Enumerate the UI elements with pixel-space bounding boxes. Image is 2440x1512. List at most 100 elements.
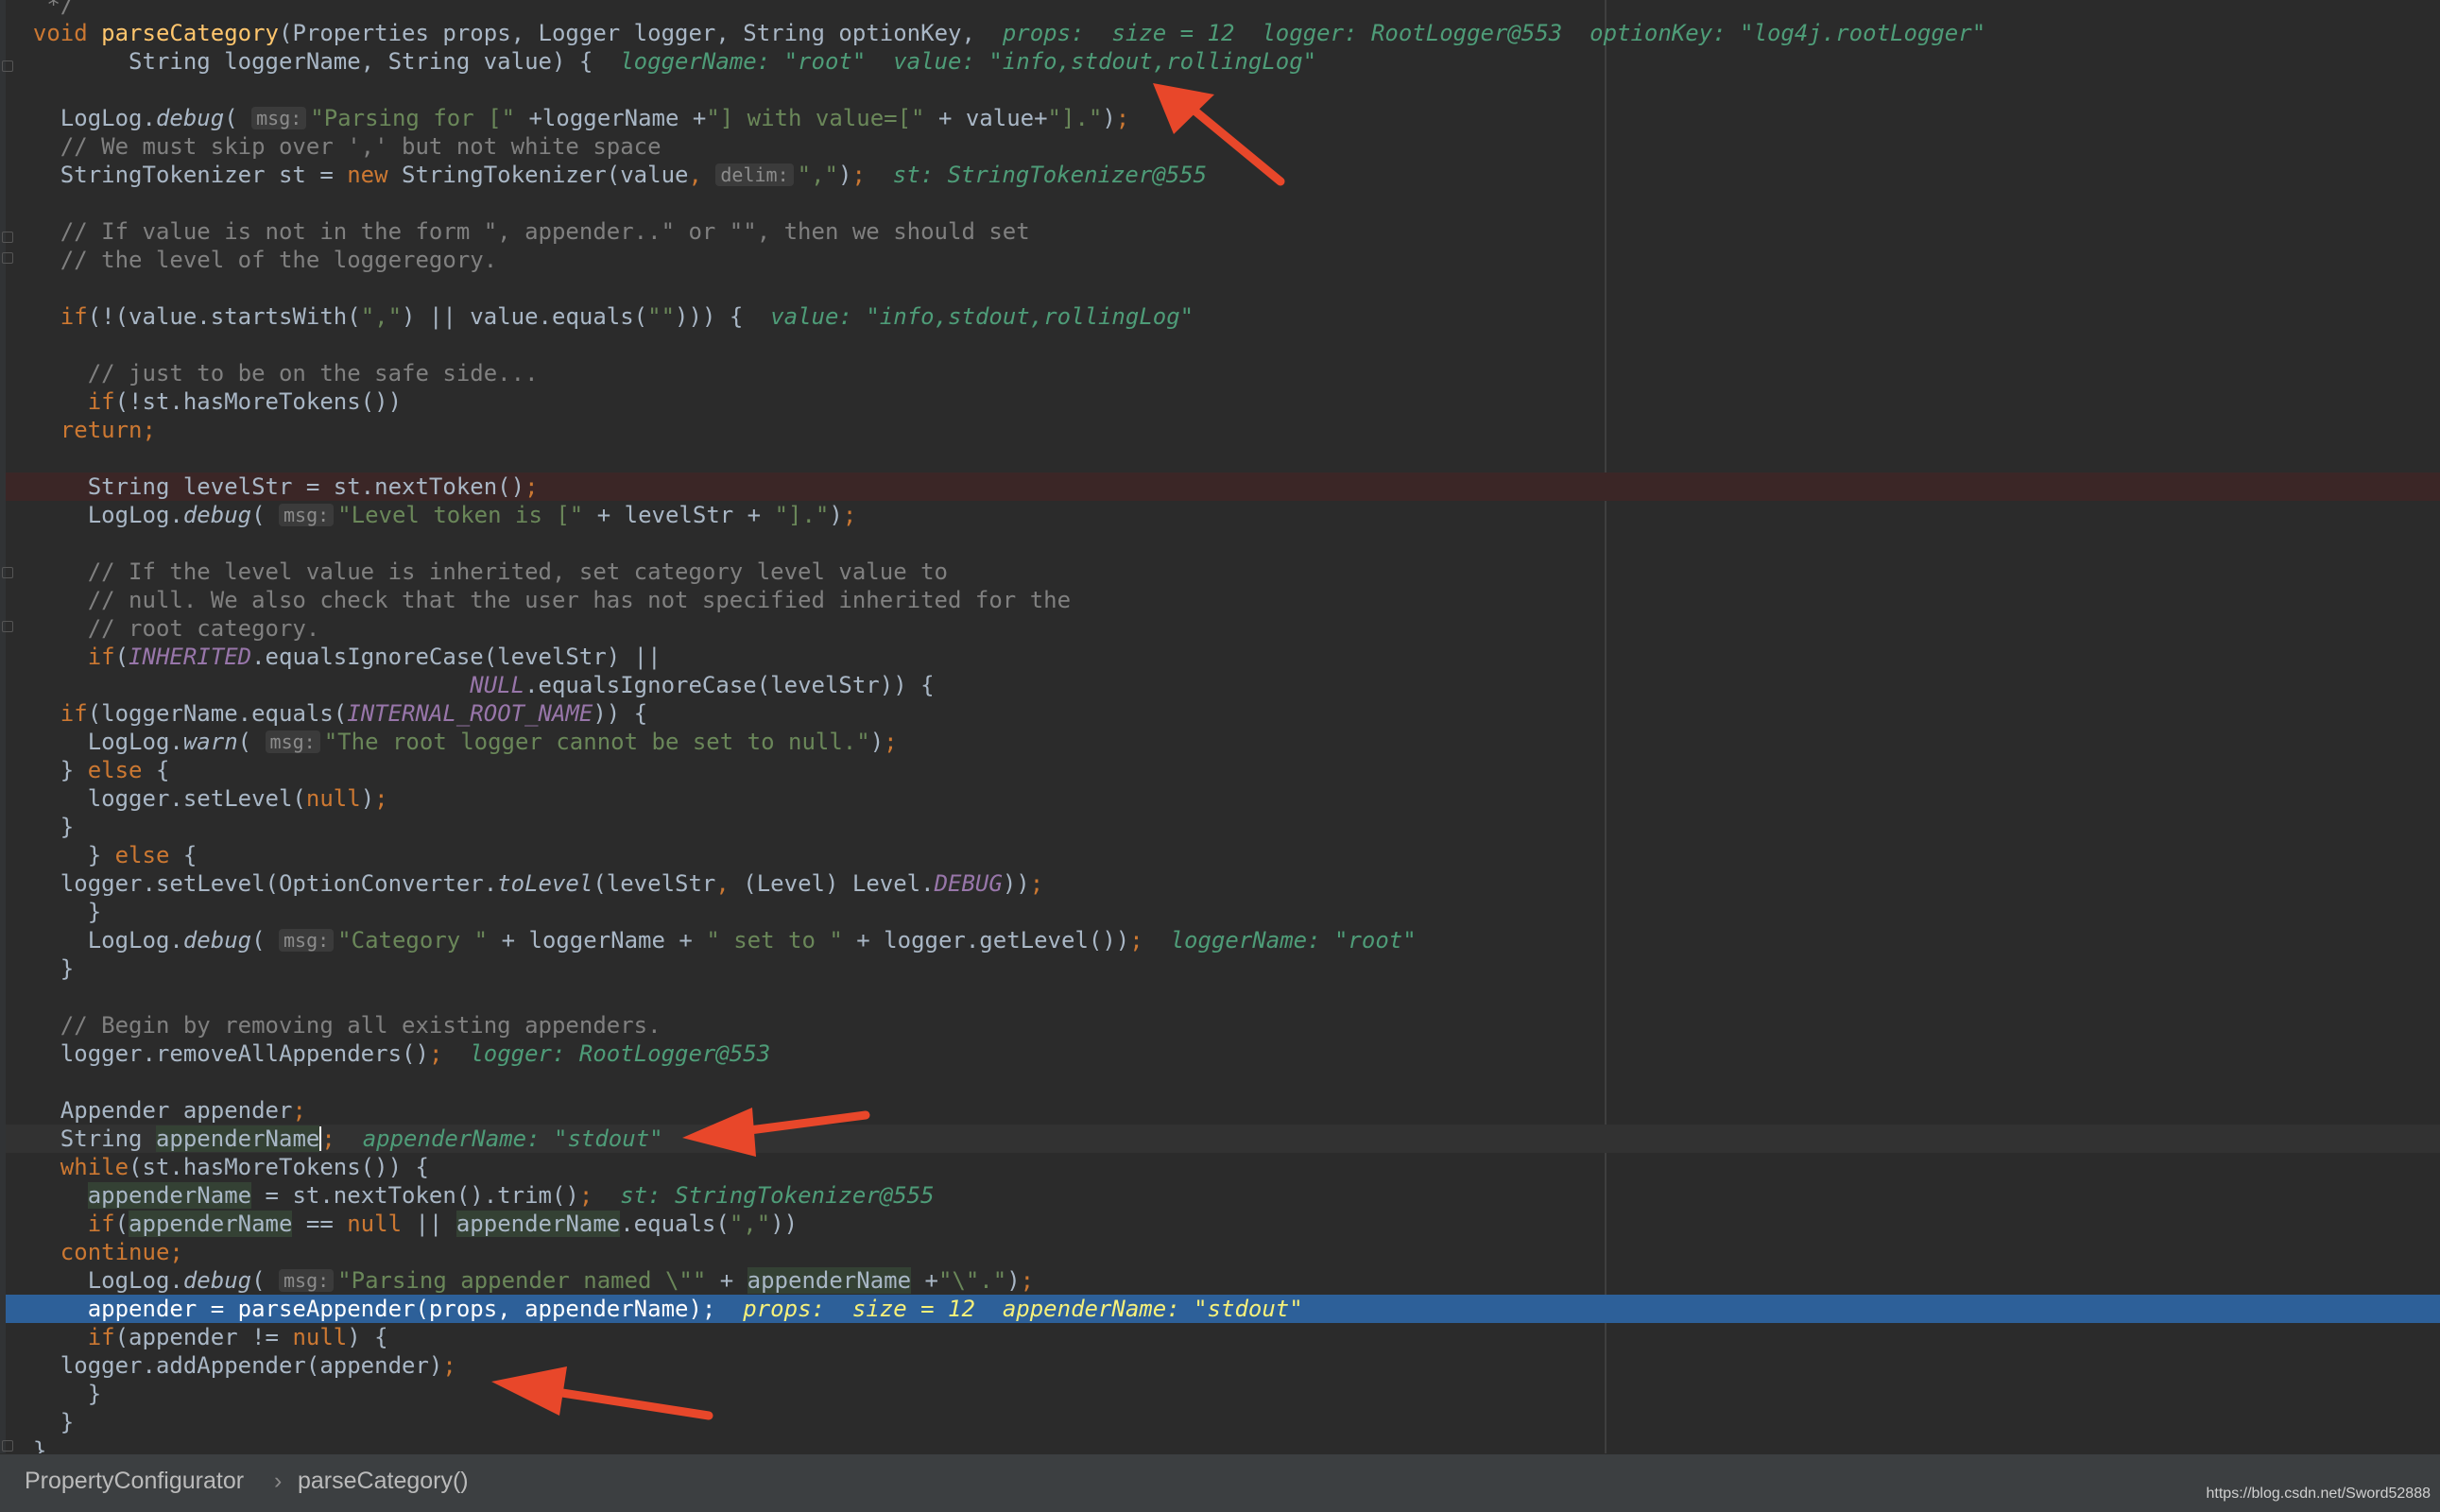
code-line[interactable]: // If the level value is inherited, set … <box>6 558 2440 586</box>
code-line[interactable]: Appender appender; <box>6 1096 2440 1125</box>
code-token: ; <box>374 785 388 812</box>
code-line[interactable]: String loggerName, String value) { logge… <box>6 47 2440 76</box>
code-token: || <box>415 1211 456 1237</box>
code-token: )) <box>1002 870 1030 897</box>
fold-icon[interactable] <box>2 252 13 264</box>
code-token: + logger.getLevel()) <box>856 927 1130 954</box>
code-token: if <box>6 644 115 670</box>
parameter-hint: msg: <box>279 504 335 526</box>
code-line[interactable]: } <box>6 898 2440 926</box>
fold-icon[interactable] <box>2 1440 13 1452</box>
code-line[interactable]: logger.setLevel(null); <box>6 784 2440 813</box>
code-token: void <box>6 20 102 46</box>
code-line[interactable]: appenderName = st.nextToken().trim(); st… <box>6 1181 2440 1210</box>
code-token: (!(value.startsWith( <box>87 303 361 330</box>
code-token: ; <box>851 162 893 188</box>
code-token: == <box>292 1211 348 1237</box>
code-token: logger.removeAllAppenders() <box>6 1040 429 1067</box>
code-line[interactable]: } <box>6 813 2440 841</box>
code-line[interactable]: // just to be on the safe side... <box>6 359 2440 387</box>
debug-inline-value: st: StringTokenizer@555 <box>620 1182 935 1209</box>
code-token: "," <box>797 162 838 188</box>
fold-icon[interactable] <box>2 232 13 243</box>
code-token: else <box>87 757 156 783</box>
code-line[interactable] <box>6 274 2440 302</box>
code-token: "\"." <box>937 1267 1007 1294</box>
breadcrumb-class[interactable]: PropertyConfigurator <box>25 1454 244 1507</box>
code-line[interactable]: while(st.hasMoreTokens()) { <box>6 1153 2440 1181</box>
code-token: { <box>182 842 198 868</box>
code-line[interactable]: // null. We also check that the user has… <box>6 586 2440 614</box>
code-token: debug <box>182 502 252 528</box>
code-line[interactable]: LogLog.debug( msg: "Parsing appender name… <box>6 1266 2440 1295</box>
fold-icon[interactable] <box>2 60 13 72</box>
code-token: { <box>155 757 170 783</box>
code-line[interactable]: return; <box>6 416 2440 444</box>
debug-inline-value: loggerName: "root" <box>1170 927 1417 954</box>
code-line[interactable] <box>6 529 2440 558</box>
code-line[interactable]: LogLog.warn( msg: "The root logger cannot… <box>6 728 2440 756</box>
code-token: LogLog. <box>6 1267 183 1294</box>
code-token: + <box>719 1267 747 1294</box>
fold-icon[interactable] <box>2 621 13 632</box>
code-line[interactable]: LogLog.debug( msg: "Level token is [" + l… <box>6 501 2440 529</box>
code-editor[interactable]: */ void parseCategory(Properties props, … <box>0 0 2440 1453</box>
code-line[interactable]: if(loggerName.equals(INTERNAL_ROOT_NAME)… <box>6 699 2440 728</box>
code-line[interactable]: if(appenderName == null || appenderName.… <box>6 1210 2440 1238</box>
debug-inline-value: loggerName: "root" value: "info,stdout,r… <box>620 48 1317 75</box>
code-line[interactable]: NULL.equalsIgnoreCase(levelStr)) { <box>6 671 2440 699</box>
code-line[interactable] <box>6 983 2440 1011</box>
code-line[interactable]: void parseCategory(Properties props, Log… <box>6 19 2440 47</box>
code-token: ; <box>1115 105 1130 131</box>
code-token: ) <box>1006 1267 1021 1294</box>
debug-inline-value: props: size = 12 logger: RootLogger@553 … <box>1002 20 1986 46</box>
code-token: +loggerName + <box>528 105 707 131</box>
code-line[interactable]: } <box>6 1408 2440 1436</box>
code-token: ) <box>360 785 375 812</box>
breadcrumb-method[interactable]: parseCategory() <box>298 1454 469 1507</box>
code-comment: // Begin by removing all existing append… <box>6 1012 662 1039</box>
code-line[interactable]: if(!st.hasMoreTokens()) <box>6 387 2440 416</box>
code-line[interactable]: // the level of the loggeregory. <box>6 246 2440 274</box>
code-line[interactable]: // root category. <box>6 614 2440 643</box>
debug-inline-value: value: "info,stdout,rollingLog" <box>770 303 1194 330</box>
code-token: .equalsIgnoreCase(levelStr) || <box>251 644 662 670</box>
fold-icon[interactable] <box>2 567 13 578</box>
code-token: if <box>6 303 88 330</box>
execution-point-line[interactable]: appender = parseAppender(props, appender… <box>6 1295 2440 1323</box>
code-line[interactable] <box>6 444 2440 472</box>
code-line[interactable] <box>6 189 2440 217</box>
code-line[interactable]: if(!(value.startsWith(",") || value.equa… <box>6 302 2440 331</box>
code-line[interactable]: // If value is not in the form ", append… <box>6 217 2440 246</box>
code-line[interactable]: if(INHERITED.equalsIgnoreCase(levelStr) … <box>6 643 2440 671</box>
code-line[interactable]: */ <box>6 0 2440 19</box>
code-token: "," <box>729 1211 771 1237</box>
code-line[interactable]: // Begin by removing all existing append… <box>6 1011 2440 1040</box>
code-line[interactable]: } <box>6 1436 2440 1453</box>
code-line[interactable] <box>6 1068 2440 1096</box>
code-line[interactable]: logger.addAppender(appender); <box>6 1351 2440 1380</box>
code-line[interactable]: } <box>6 1380 2440 1408</box>
code-line[interactable]: } else { <box>6 756 2440 784</box>
code-token: ) <box>837 162 852 188</box>
code-line[interactable]: LogLog.debug( msg: "Category " + loggerNa… <box>6 926 2440 954</box>
code-line[interactable]: } <box>6 954 2440 983</box>
code-token: (st.hasMoreTokens()) { <box>129 1154 429 1180</box>
watermark: https://blog.csdn.net/Sword52888 <box>2206 1486 2431 1502</box>
code-line[interactable]: continue; <box>6 1238 2440 1266</box>
code-token: while <box>6 1154 129 1180</box>
code-line[interactable]: String levelStr = st.nextToken(); <box>6 472 2440 501</box>
code-token: LogLog. <box>6 729 183 755</box>
code-token: , <box>497 1296 525 1322</box>
code-token: (levelStr <box>593 870 716 897</box>
code-token: } <box>6 814 75 840</box>
code-line[interactable] <box>6 331 2440 359</box>
code-line[interactable]: String appenderName; appenderName: "stdo… <box>6 1125 2440 1153</box>
code-token: NULL <box>470 672 525 698</box>
code-token: + loggerName + <box>501 927 707 954</box>
code-line[interactable]: } else { <box>6 841 2440 869</box>
code-line[interactable]: logger.setLevel(OptionConverter.toLevel(… <box>6 869 2440 898</box>
code-line[interactable]: if(appender != null) { <box>6 1323 2440 1351</box>
code-line[interactable]: logger.removeAllAppenders(); logger: Roo… <box>6 1040 2440 1068</box>
